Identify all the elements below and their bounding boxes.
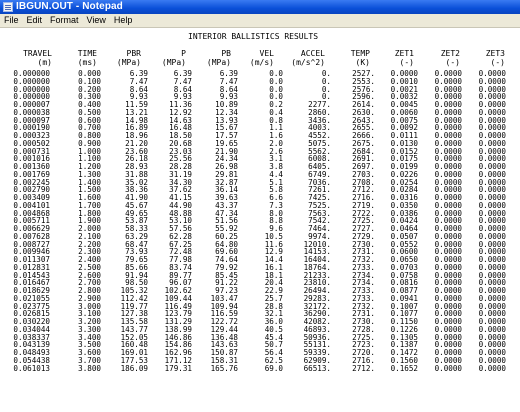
table-cell: 0.0000 bbox=[478, 363, 506, 373]
menu-edit[interactable]: Edit bbox=[23, 14, 47, 27]
menu-view[interactable]: View bbox=[83, 14, 110, 27]
column-unit: (-) bbox=[490, 58, 505, 67]
menu-format[interactable]: Format bbox=[46, 14, 83, 27]
title-bar[interactable]: IBGUN.OUT - Notepad bbox=[0, 0, 520, 14]
notepad-window: IBGUN.OUT - Notepad File Edit Format Vie… bbox=[0, 0, 520, 412]
results-table: 0.000000 0.000 6.39 6.39 6.39 0.0 0. 2527. 0.000… bbox=[0, 70, 520, 372]
menu-file[interactable]: File bbox=[0, 14, 23, 27]
table-row: 0.061013 3.800 186.09 179.31 165.76 69.0 66513… bbox=[0, 363, 520, 373]
menu-help[interactable]: Help bbox=[110, 14, 137, 27]
column-units: (m) (ms) (MPa) (MPa) (MPa) (m/s) (m/s^2) (K) (-)… bbox=[0, 58, 520, 67]
text-editor-area[interactable]: INTERIOR BALLISTICS RESULTS TRAVEL TIME PB… bbox=[0, 29, 520, 412]
column-header: ZET3 bbox=[485, 49, 505, 58]
notepad-icon[interactable] bbox=[3, 2, 13, 12]
menu-bar: File Edit Format View Help bbox=[0, 14, 520, 28]
column-headers: TRAVEL TIME PBR P PB VEL ACCEL TEMP ZET1 ZET2 ZET3 bbox=[0, 49, 520, 58]
window-title: IBGUN.OUT - Notepad bbox=[16, 1, 123, 12]
report-title: INTERIOR BALLISTICS RESULTS bbox=[188, 32, 319, 41]
